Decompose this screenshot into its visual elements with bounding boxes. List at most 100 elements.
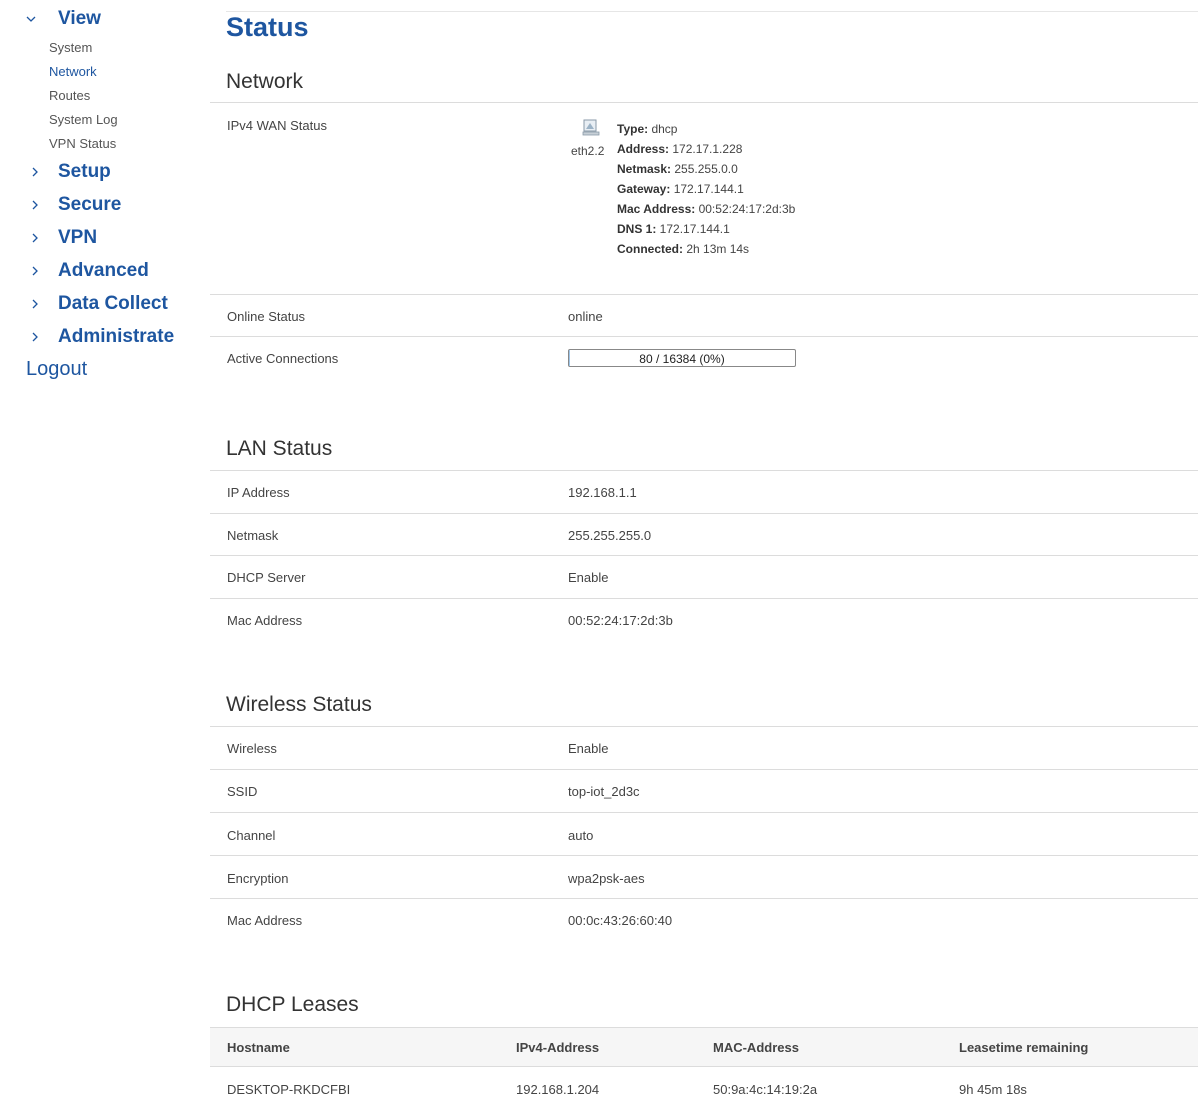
wireless-row-label: Wireless	[227, 741, 277, 756]
lan-row-label: IP Address	[227, 485, 290, 500]
lan-row-label: Mac Address	[227, 613, 303, 628]
wan-detail-key: DNS 1:	[617, 222, 657, 236]
wireless-row-value: Enable	[568, 741, 609, 756]
online-status-label: Online Status	[227, 309, 306, 324]
wan-detail-key: Type:	[617, 122, 649, 136]
table-cell-mac: 50:9a:4c:14:19:2a	[713, 1082, 818, 1097]
wireless-row-value: top-iot_2d3c	[568, 784, 640, 799]
sidebar-item-system-log[interactable]: System Log	[49, 112, 118, 127]
wan-detail-dns: DNS 1: 172.17.144.1	[617, 222, 730, 236]
top-divider	[226, 11, 1198, 12]
nav-group-secure[interactable]: Secure	[30, 194, 121, 216]
divider	[210, 555, 1198, 556]
wireless-row-value: 00:0c:43:26:60:40	[568, 913, 673, 928]
lan-row-value: 00:52:24:17:2d:3b	[568, 613, 673, 628]
nav-group-label: Data Collect	[58, 293, 168, 314]
nav-group-advanced[interactable]: Advanced	[30, 260, 149, 282]
wan-detail-key: Netmask:	[617, 162, 672, 176]
column-header-leasetime: Leasetime remaining	[959, 1040, 1089, 1055]
page-title: Status	[226, 12, 309, 42]
sidebar-item-vpn-status[interactable]: VPN Status	[49, 136, 116, 151]
active-connections-label: Active Connections	[227, 351, 339, 366]
nav-group-label: Setup	[58, 161, 111, 182]
interface-name: eth2.2	[571, 144, 605, 158]
chevron-right-icon	[32, 266, 38, 276]
wireless-row-label: Encryption	[227, 871, 289, 886]
lan-row-value: Enable	[568, 570, 609, 585]
lan-row-label: DHCP Server	[227, 570, 306, 585]
wireless-row-label: Mac Address	[227, 913, 303, 928]
nav-group-label: View	[58, 8, 101, 29]
nav-group-setup[interactable]: Setup	[30, 161, 111, 183]
lan-row-label: Netmask	[227, 528, 279, 543]
nav-group-data-collect[interactable]: Data Collect	[30, 293, 168, 315]
nav-group-label: Secure	[58, 194, 122, 215]
nav-group-label: Administrate	[58, 326, 175, 347]
divider	[210, 812, 1198, 813]
divider	[210, 470, 1198, 471]
wireless-row-label: SSID	[227, 784, 258, 799]
chevron-right-icon	[32, 200, 38, 210]
wan-detail-type: Type: dhcp	[617, 122, 677, 136]
section-title-dhcp: DHCP Leases	[226, 993, 359, 1016]
wan-detail-value: 172.17.144.1	[656, 222, 730, 236]
wan-detail-mac: Mac Address: 00:52:24:17:2d:3b	[617, 202, 795, 216]
wireless-row-value: wpa2psk-aes	[568, 871, 645, 886]
wireless-row-label: Channel	[227, 828, 276, 843]
wan-detail-key: Mac Address:	[617, 202, 696, 216]
table-cell-leasetime: 9h 45m 18s	[959, 1082, 1027, 1097]
wan-detail-address: Address: 172.17.1.228	[617, 142, 742, 156]
divider	[210, 513, 1198, 514]
table-cell-ipv4: 192.168.1.204	[516, 1082, 600, 1097]
section-title-network: Network	[226, 70, 304, 93]
wan-detail-netmask: Netmask: 255.255.0.0	[617, 162, 738, 176]
column-header-ipv4: IPv4-Address	[516, 1040, 600, 1055]
table-cell-hostname: DESKTOP-RKDCFBI	[227, 1082, 351, 1097]
nav-group-label: Advanced	[58, 260, 149, 281]
online-status-value: online	[568, 309, 603, 324]
logout-link[interactable]: Logout	[26, 358, 87, 381]
sidebar-item-network[interactable]: Network	[49, 64, 97, 79]
divider	[210, 855, 1198, 856]
wan-detail-value: 00:52:24:17:2d:3b	[695, 202, 796, 216]
lan-row-value: 255.255.255.0	[568, 528, 652, 543]
divider	[210, 769, 1198, 770]
chevron-right-icon	[32, 233, 38, 243]
active-connections-text: 80 / 16384 (0%)	[639, 352, 725, 366]
wan-detail-key: Gateway:	[617, 182, 671, 196]
chevron-right-icon	[32, 167, 38, 177]
wan-detail-value: 172.17.1.228	[669, 142, 743, 156]
wan-detail-value: 2h 13m 14s	[683, 242, 750, 256]
wireless-row-value: auto	[568, 828, 594, 843]
nav-group-view[interactable]: View	[26, 8, 101, 30]
nav-group-label: VPN	[58, 227, 98, 248]
chevron-right-icon	[32, 332, 38, 342]
divider	[210, 294, 1198, 295]
sidebar-item-system[interactable]: System	[49, 40, 92, 55]
wan-detail-connected: Connected: 2h 13m 14s	[617, 242, 749, 256]
wan-status-label: IPv4 WAN Status	[227, 118, 327, 133]
wan-detail-key: Address:	[617, 142, 670, 156]
wan-detail-gateway: Gateway: 172.17.144.1	[617, 182, 744, 196]
active-connections-bar: 80 / 16384 (0%)	[568, 349, 796, 367]
divider	[210, 102, 1198, 103]
sidebar-item-routes[interactable]: Routes	[49, 88, 90, 103]
lan-row-value: 192.168.1.1	[568, 485, 637, 500]
nav-group-administrate[interactable]: Administrate	[30, 326, 174, 348]
network-port-icon	[582, 119, 600, 136]
section-title-wireless: Wireless Status	[226, 693, 372, 716]
divider	[210, 726, 1198, 727]
divider	[210, 598, 1198, 599]
divider	[210, 898, 1198, 899]
chevron-right-icon	[32, 299, 38, 309]
column-header-mac: MAC-Address	[713, 1040, 799, 1055]
wan-detail-key: Connected:	[617, 242, 683, 256]
nav-group-vpn[interactable]: VPN	[30, 227, 97, 249]
divider	[210, 336, 1198, 337]
wan-detail-value: dhcp	[648, 122, 678, 136]
column-header-hostname: Hostname	[227, 1040, 290, 1055]
wan-detail-value: 172.17.144.1	[670, 182, 744, 196]
chevron-down-icon	[26, 16, 36, 22]
wan-detail-value: 255.255.0.0	[671, 162, 738, 176]
section-title-lan: LAN Status	[226, 437, 333, 460]
